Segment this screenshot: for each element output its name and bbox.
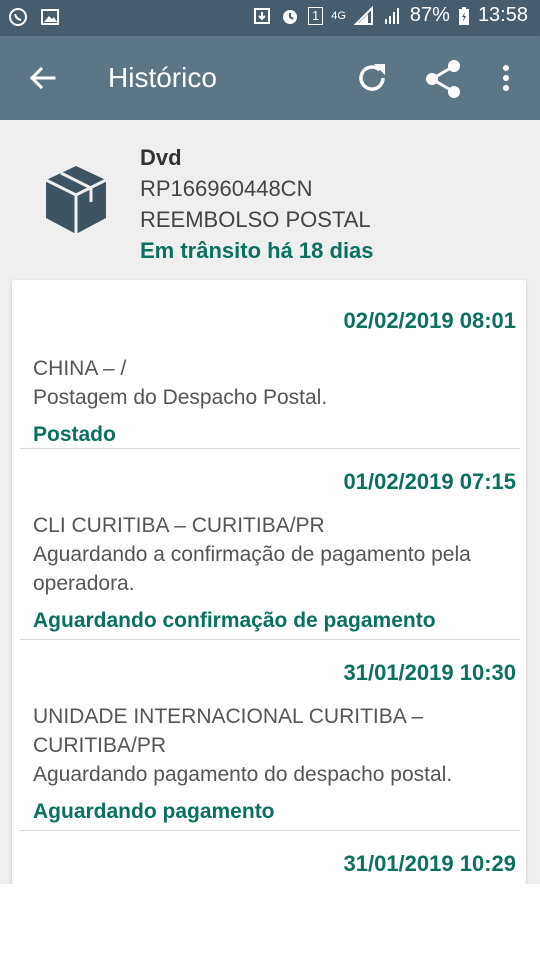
transit-status: Em trânsito há 18 dias — [140, 238, 374, 263]
refresh-icon[interactable] — [352, 58, 392, 98]
service-type: REEMBOLSO POSTAL — [140, 207, 371, 232]
event-datetime: 31/01/2019 10:29 — [343, 851, 517, 876]
gallery-icon — [41, 9, 59, 25]
event-datetime: 01/02/2019 07:15 — [343, 469, 517, 494]
event-datetime: 31/01/2019 10:30 — [343, 660, 517, 685]
event-status: Aguardando pagamento — [33, 800, 275, 823]
tracking-code: RP166960448CN — [140, 176, 313, 201]
whatsapp-icon — [9, 8, 27, 26]
event-datetime: 02/02/2019 08:01 — [343, 308, 517, 333]
event-location: UNIDADE INTERNACIONAL CURITIBA – CURITIB… — [33, 705, 424, 757]
app-toolbar: Histórico — [0, 36, 540, 120]
event-status: Postado — [33, 423, 116, 446]
sim-slot-badge: 1 — [307, 6, 324, 25]
list-item[interactable]: 31/01/2019 10:30 UNIDADE INTERNACIONAL C… — [20, 640, 520, 831]
alarm-icon — [282, 9, 297, 24]
back-arrow-icon[interactable] — [24, 60, 60, 96]
download-icon — [253, 7, 270, 24]
signal-strength-2-icon — [384, 7, 399, 24]
package-box-icon — [45, 166, 107, 234]
battery-percent: 87% — [409, 4, 450, 26]
list-item[interactable]: 31/01/2019 10:29 — [20, 831, 520, 877]
page-title: Histórico — [108, 62, 217, 93]
clock-time: 13:58 — [477, 4, 528, 26]
event-description: Aguardando pagamento do despacho postal. — [33, 763, 453, 786]
status-bar-right: 1 4G 87% 13:58 — [252, 4, 528, 27]
tracking-history-card[interactable]: 02/02/2019 08:01 CHINA – / Postagem do D… — [12, 280, 526, 884]
event-location: CHINA – / — [33, 357, 127, 380]
event-location: CLI CURITIBA – CURITIBA/PR — [33, 514, 325, 537]
status-bar-left — [8, 7, 60, 27]
package-name: Dvd — [140, 145, 182, 170]
signal-strength-icon — [353, 5, 373, 25]
event-status: Aguardando confirmação de pagamento — [33, 609, 436, 632]
battery-icon — [458, 6, 469, 25]
more-vert-icon[interactable] — [494, 60, 518, 96]
share-icon[interactable] — [422, 58, 464, 100]
bottom-empty-area — [0, 884, 540, 960]
status-bar: 1 4G 87% 13:58 — [0, 0, 540, 36]
list-item[interactable]: 02/02/2019 08:01 CHINA – / Postagem do D… — [20, 280, 520, 449]
network-type: 4G — [331, 9, 346, 22]
event-description: Postagem do Despacho Postal. — [33, 386, 328, 409]
event-description: Aguardando a confirmação de pagamento pe… — [33, 543, 471, 595]
list-item[interactable]: 01/02/2019 07:15 CLI CURITIBA – CURITIBA… — [20, 449, 520, 640]
package-header: Dvd RP166960448CN REEMBOLSO POSTAL Em tr… — [0, 120, 540, 280]
package-info: Dvd RP166960448CN REEMBOLSO POSTAL Em tr… — [140, 142, 374, 266]
